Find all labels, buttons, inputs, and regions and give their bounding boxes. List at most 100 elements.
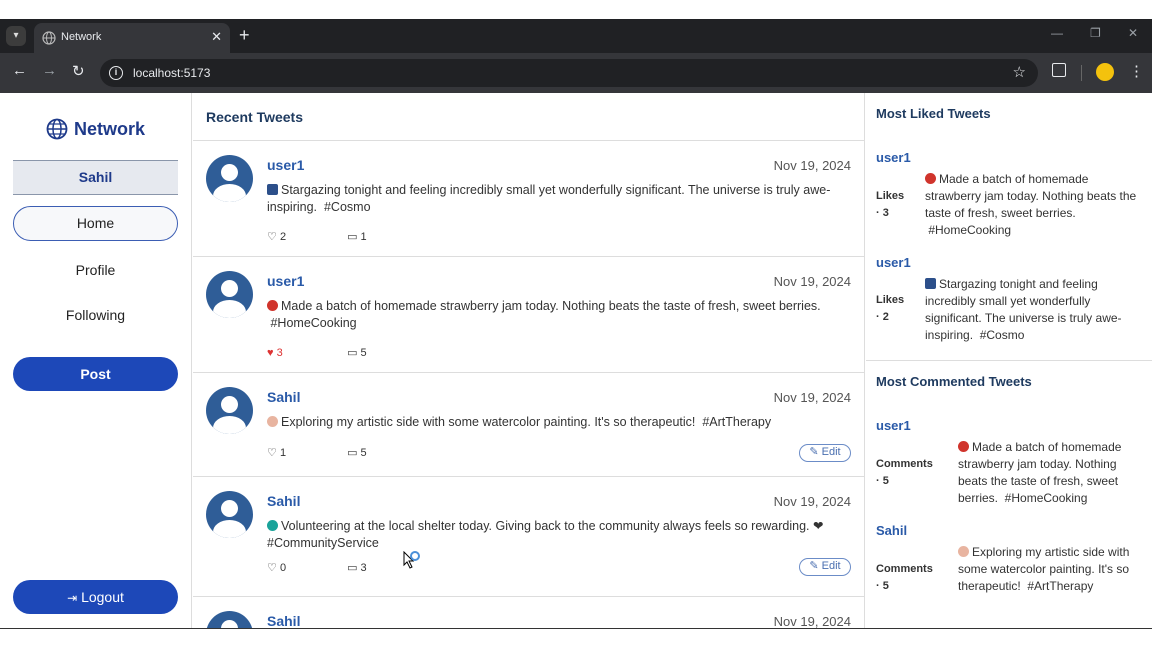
edit-label: Edit — [821, 446, 841, 458]
globe-emoji-icon — [267, 520, 278, 531]
site-info-icon[interactable]: i — [109, 66, 123, 80]
globe-icon — [46, 118, 68, 140]
tweet-card[interactable]: user1 Nov 19, 2024 Made a batch of homem… — [193, 256, 864, 372]
tweet-text: Made a batch of homemade strawberry jam … — [267, 298, 852, 332]
comment-count: 3 — [360, 562, 367, 574]
menu-kebab-icon[interactable]: ⋮ — [1129, 62, 1144, 80]
avatar[interactable] — [206, 491, 253, 538]
milky-way-emoji-icon — [925, 278, 936, 289]
strawberry-emoji-icon — [925, 173, 936, 184]
back-icon[interactable]: ← — [12, 62, 27, 79]
brand-logo[interactable]: Network — [46, 118, 145, 140]
like-button[interactable]: ♥ 3 — [267, 347, 344, 359]
most-liked-title: Most Liked Tweets — [876, 106, 991, 121]
most-commented-meta: Comments · 5 — [876, 561, 933, 595]
tweet-username[interactable]: user1 — [267, 157, 304, 173]
comment-count: 5 — [360, 347, 367, 359]
milky-way-emoji-icon — [267, 184, 278, 195]
close-window-icon[interactable]: ✕ — [1128, 26, 1138, 40]
most-liked-username[interactable]: user1 — [876, 150, 911, 165]
nav-item-home[interactable]: Home — [13, 206, 178, 241]
meta-label: Comments — [876, 458, 933, 470]
meta-value: · 5 — [876, 475, 889, 487]
recent-tweets-feed: Recent Tweets user1 Nov 19, 2024 Stargaz… — [193, 93, 865, 628]
feed-title: Recent Tweets — [206, 109, 303, 125]
tab-search-button[interactable]: ▾ — [6, 26, 26, 46]
extensions-icon[interactable] — [1052, 63, 1066, 77]
close-tab-icon[interactable]: ✕ — [211, 29, 222, 45]
pencil-icon: ✎ — [809, 560, 819, 572]
comment-button[interactable]: ▭ 5 — [347, 446, 424, 459]
bookmark-star-icon[interactable]: ☆ — [1013, 63, 1026, 81]
nav-item-profile[interactable]: Profile — [13, 262, 178, 278]
like-count: 2 — [279, 231, 287, 243]
tweet-date: Nov 19, 2024 — [773, 494, 851, 509]
heart-outline-icon: ♡ — [267, 231, 277, 243]
edit-button[interactable]: ✎ Edit — [799, 558, 851, 576]
most-liked-username[interactable]: user1 — [876, 255, 911, 270]
palette-emoji-icon — [267, 416, 278, 427]
tweet-card[interactable]: user1 Nov 19, 2024 Stargazing tonight an… — [193, 140, 864, 256]
tweet-actions: ♡ 1 ▭ 5 — [267, 446, 424, 459]
tweet-username[interactable]: Sahil — [267, 389, 300, 405]
meta-value: · 5 — [876, 580, 889, 592]
tweet-username[interactable]: Sahil — [267, 613, 300, 628]
like-count: 0 — [279, 562, 287, 574]
tweet-username[interactable]: user1 — [267, 273, 304, 289]
avatar[interactable] — [206, 271, 253, 318]
comment-button[interactable]: ▭ 1 — [347, 230, 424, 243]
browser-tab[interactable]: Network ✕ — [34, 23, 230, 53]
current-user-pill[interactable]: Sahil — [13, 160, 178, 195]
sidebar: Network Sahil Home Profile Following Pos… — [0, 93, 192, 628]
tweet-actions: ♡ 0 ▭ 3 — [267, 561, 424, 574]
address-bar[interactable]: i localhost:5173 ☆ — [100, 59, 1038, 87]
most-commented-body: Exploring my artistic side with some wat… — [958, 545, 1130, 593]
browser-chrome: ▾ Network ✕ + — ❐ ✕ ← → ↻ i localhost:51… — [0, 19, 1152, 93]
most-liked-text: Made a batch of homemade strawberry jam … — [925, 171, 1143, 239]
tweet-date: Nov 19, 2024 — [773, 274, 851, 289]
globe-icon — [42, 31, 56, 45]
tab-title: Network — [61, 31, 102, 43]
screen-bottom-margin — [0, 628, 1152, 648]
profile-avatar-icon[interactable] — [1096, 63, 1114, 81]
comment-count: 5 — [360, 447, 367, 459]
avatar[interactable] — [206, 611, 253, 628]
meta-label: Likes — [876, 294, 905, 306]
palette-emoji-icon — [958, 546, 969, 557]
most-commented-username[interactable]: user1 — [876, 418, 911, 433]
restore-icon[interactable]: ❐ — [1090, 26, 1101, 40]
post-button[interactable]: Post — [13, 357, 178, 391]
forward-icon[interactable]: → — [42, 62, 57, 79]
logout-button[interactable]: ⇥ Logout — [13, 580, 178, 614]
like-button[interactable]: ♡ 2 — [267, 230, 344, 243]
nav-item-following[interactable]: Following — [13, 307, 178, 323]
tweet-username[interactable]: Sahil — [267, 493, 300, 509]
most-commented-username[interactable]: Sahil — [876, 523, 907, 538]
edit-button[interactable]: ✎ Edit — [799, 444, 851, 462]
meta-label: Comments — [876, 563, 933, 575]
minimize-icon[interactable]: — — [1051, 26, 1063, 40]
tweet-date: Nov 19, 2024 — [773, 158, 851, 173]
like-button[interactable]: ♡ 1 — [267, 446, 344, 459]
tab-strip: ▾ Network ✕ + — ❐ ✕ — [0, 19, 1152, 53]
heart-filled-icon: ♥ — [267, 347, 274, 359]
heart-outline-icon: ♡ — [267, 562, 277, 574]
tweet-actions: ♥ 3 ▭ 5 — [267, 346, 424, 359]
new-tab-icon[interactable]: + — [239, 25, 250, 46]
most-commented-text: Made a batch of homemade strawberry jam … — [958, 439, 1143, 507]
app-root: Network Sahil Home Profile Following Pos… — [0, 93, 1152, 628]
comment-button[interactable]: ▭ 5 — [347, 346, 424, 359]
avatar[interactable] — [206, 155, 253, 202]
tweet-card[interactable]: Sahil Nov 19, 2024 Volunteering at the l… — [193, 476, 864, 596]
tweet-card[interactable]: Sahil Nov 19, 2024 Exploring my artistic… — [193, 372, 864, 476]
avatar[interactable] — [206, 387, 253, 434]
tweet-actions: ♡ 2 ▭ 1 — [267, 230, 424, 243]
toolbar-divider — [1081, 65, 1082, 81]
tweet-card[interactable]: Sahil Nov 19, 2024 — [193, 596, 864, 628]
like-button[interactable]: ♡ 0 — [267, 561, 344, 574]
mouse-cursor-icon — [403, 551, 420, 569]
reload-icon[interactable]: ↻ — [72, 62, 85, 80]
tweet-body: Volunteering at the local shelter today.… — [267, 519, 824, 550]
heart-outline-icon: ♡ — [267, 447, 277, 459]
meta-label: Likes — [876, 190, 905, 202]
